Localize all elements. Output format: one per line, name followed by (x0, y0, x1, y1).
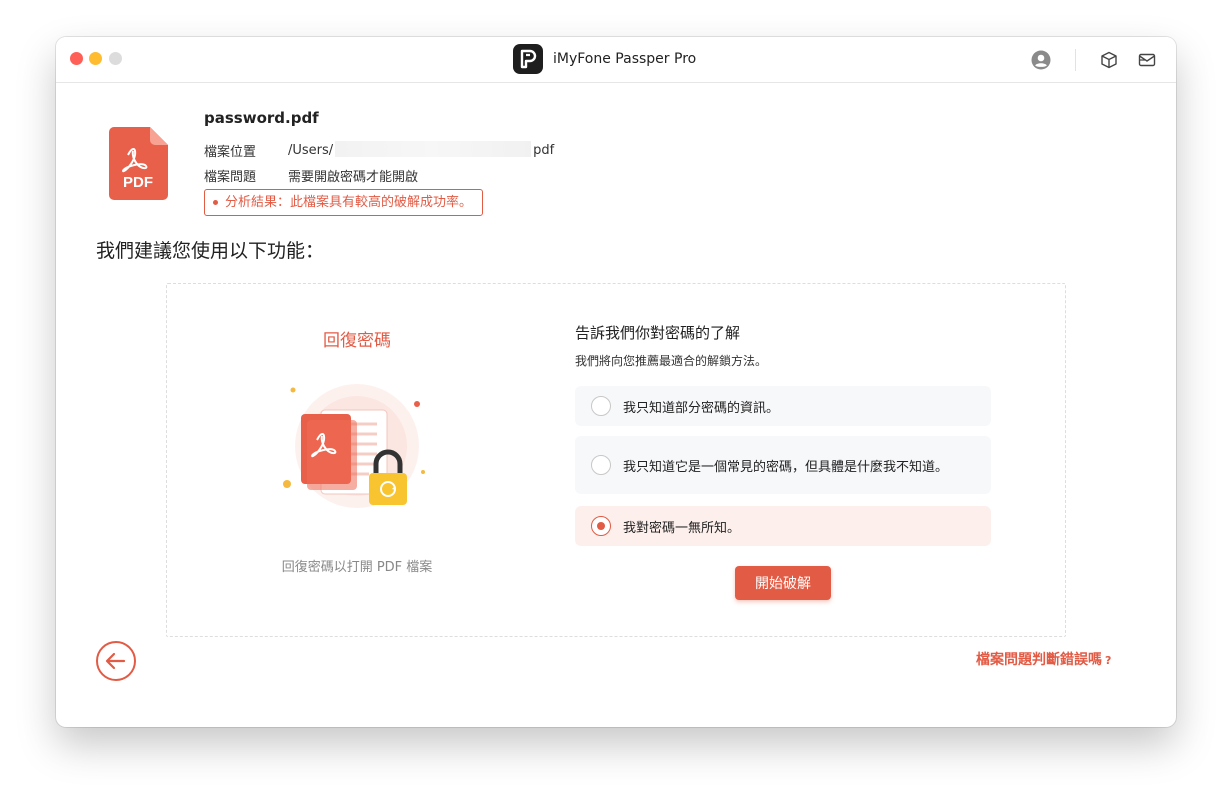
analysis-result-badge: 分析結果：此檔案具有較高的破解成功率。 (204, 189, 484, 216)
file-path-suffix: pdf (533, 143, 555, 158)
question-title: 告訴我們你對密碼的了解 (575, 324, 741, 342)
app-title: iMyFone Passper Pro (553, 51, 697, 67)
file-location-value: /Users/pdf (288, 141, 554, 158)
title-bar: iMyFone Passper Pro (56, 37, 1176, 83)
option-radio[interactable] (591, 455, 611, 475)
option-radio-selected[interactable] (591, 516, 611, 536)
file-issue-label: 檔案問題 (204, 170, 257, 185)
file-path-prefix: /Users/ (288, 143, 334, 158)
option-label: 我只知道它是一個常見的密碼，但具體是什麼我不知道。 (623, 460, 949, 475)
option-label: 我對密碼一無所知。 (623, 521, 741, 536)
svg-text:PDF: PDF (123, 174, 153, 191)
suggest-title: 我們建議您使用以下功能： (96, 240, 325, 262)
back-button[interactable] (96, 641, 136, 681)
option-no-idea[interactable]: 我對密碼一無所知。 (575, 506, 991, 546)
recover-password-title: 回復密碼 (323, 331, 391, 351)
start-crack-button[interactable]: 開始破解 (735, 566, 831, 600)
wrong-detection-link[interactable]: 檔案問題判斷錯誤嗎? (976, 649, 1111, 669)
box-icon[interactable] (1100, 51, 1118, 69)
recommendation-panel: 回復密碼 回復密碼以打開 PDF 檔案 告訴我們你對密碼的了解 我們將向您推薦最… (166, 283, 1066, 637)
recover-password-description: 回復密碼以打開 PDF 檔案 (281, 560, 433, 575)
user-icon[interactable] (1031, 50, 1051, 70)
file-path-redacted (335, 141, 532, 157)
app-window: iMyFone Passper Pro PDF password.pdf 檔案位… (56, 37, 1176, 727)
pdf-file-icon: PDF (108, 125, 170, 201)
option-partial-info[interactable]: 我只知道部分密碼的資訊。 (575, 386, 991, 426)
mail-icon[interactable] (1138, 51, 1156, 69)
file-name: password.pdf (204, 109, 319, 127)
question-subtitle: 我們將向您推薦最適合的解鎖方法。 (575, 354, 768, 368)
app-logo-icon (513, 44, 543, 74)
minimize-window-button[interactable] (89, 52, 102, 65)
file-location-label: 檔案位置 (204, 145, 257, 160)
toolbar-divider (1075, 49, 1076, 71)
file-issue-value: 需要開啟密碼才能開啟 (288, 170, 419, 185)
wrong-detection-question-mark: ? (1105, 654, 1112, 667)
option-radio[interactable] (591, 396, 611, 416)
close-window-button[interactable] (70, 52, 83, 65)
zoom-window-button[interactable] (109, 52, 122, 65)
wrong-detection-link-text: 檔案問題判斷錯誤嗎 (976, 652, 1102, 668)
pdf-lock-illustration (277, 374, 437, 524)
option-label: 我只知道部分密碼的資訊。 (623, 401, 780, 416)
option-common-password[interactable]: 我只知道它是一個常見的密碼，但具體是什麼我不知道。 (575, 436, 991, 494)
